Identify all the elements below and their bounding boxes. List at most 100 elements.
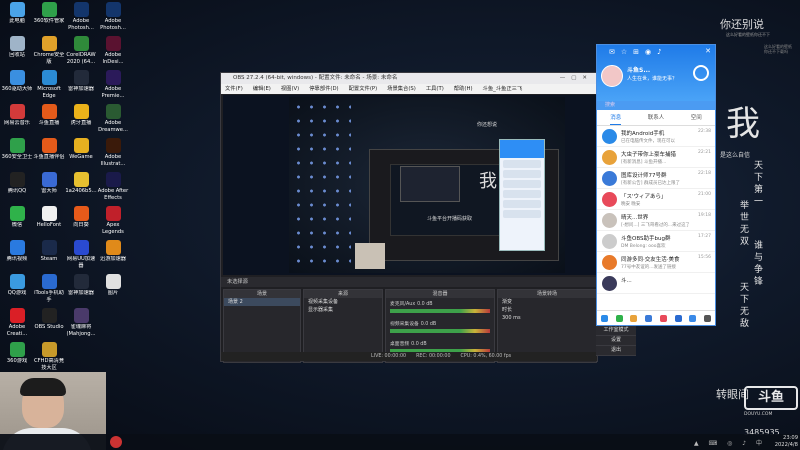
list-item[interactable]: 图库设计师77号群 [有新公告] 群成员已达上限了 22:18 xyxy=(597,168,715,189)
obs-menu-bar[interactable]: 文件(F) 编辑(E) 视图(V) 停靠部件(D) 配置文件(P) 场景集合(S) 工具(T… xyxy=(221,84,597,94)
desktop-icon[interactable]: Apex Legends xyxy=(97,206,129,240)
desktop-icon[interactable]: Chrome安全版 xyxy=(33,36,65,70)
desktop-icon[interactable]: Adobe Creati... xyxy=(1,308,33,342)
desktop-icon[interactable]: 迅游加速器 xyxy=(97,240,129,274)
window-controls[interactable]: —▢✕ xyxy=(560,73,593,84)
avatar[interactable] xyxy=(601,65,623,87)
desktop-icon[interactable]: Adobe InDesi... xyxy=(97,36,129,70)
desktop-icon[interactable]: 回收站 xyxy=(1,36,33,70)
menu-item[interactable]: 配置文件(P) xyxy=(349,84,378,94)
desktop-icon[interactable]: 向日葵 xyxy=(65,206,97,240)
list-item[interactable]: 「ス'ウィアあら」 晚安 晚安 21:00 xyxy=(597,189,715,210)
close-icon[interactable]: ✕ xyxy=(705,47,711,55)
scene-item[interactable]: 场景 2 xyxy=(224,298,300,306)
toolbar-icon[interactable] xyxy=(689,314,697,322)
toolbar-icon[interactable] xyxy=(704,314,712,322)
toolbar-icon[interactable] xyxy=(615,314,623,322)
list-item[interactable]: 晴天...世界 [-想问...] 三飞哥看过的...来过这了 19:18 xyxy=(597,210,715,231)
desktop-icon[interactable]: 网易UU加速器 xyxy=(65,240,97,274)
desktop-icon[interactable]: 斗鱼直播伴侣 xyxy=(33,138,65,172)
transition-type-select[interactable]: 渐变 xyxy=(498,298,596,306)
desktop-icon[interactable]: 360软件管家 xyxy=(33,2,65,36)
qq-panel[interactable]: ✉☆⊞◉♪ ✕ 斗鱼S... 人生在世，谁能无事？ 搜索 消息 联系人 空间 我… xyxy=(596,44,716,326)
desktop-icon[interactable]: Adobe After Effects 2020 xyxy=(97,172,129,206)
qq-signature[interactable]: 人生在世，谁能无事？ xyxy=(627,75,677,82)
desktop-icon[interactable]: WeGame xyxy=(65,138,97,172)
settings-button[interactable]: 设置 xyxy=(596,336,636,346)
clock[interactable]: 23:09 2022/4/8 xyxy=(775,435,798,449)
menu-item[interactable]: 文件(F) xyxy=(225,84,243,94)
obs-controls-menu[interactable]: 工作室模式 设置 退出 xyxy=(596,326,636,356)
search-input[interactable]: 搜索 xyxy=(597,101,715,110)
desktop-icon[interactable]: 雷大师 xyxy=(33,172,65,206)
desktop-icon[interactable]: 360安全卫士 xyxy=(1,138,33,172)
desktop-icon[interactable]: 腾讯QQ xyxy=(1,172,33,206)
desktop-icon[interactable]: 1a2406b5... xyxy=(65,172,97,206)
obs-window[interactable]: OBS 27.2.4 (64-bit, windows) - 配置文件: 未命名… xyxy=(220,72,598,363)
desktop-icon[interactable]: 360游戏 xyxy=(1,342,33,376)
toolbar-icon[interactable] xyxy=(630,314,638,322)
list-item[interactable]: 我的Android手机 已在电脑传文件，现在可以 22:38 xyxy=(597,126,715,147)
desktop-icon[interactable]: Adobe Illustrat... xyxy=(97,138,129,172)
qq-bottom-toolbar[interactable] xyxy=(597,310,715,325)
menu-item[interactable]: 视图(V) xyxy=(281,84,299,94)
qq-top-icons[interactable]: ✉☆⊞◉♪ xyxy=(609,48,668,56)
desktop-icon[interactable]: CFHD高清竞技大区 xyxy=(33,342,65,376)
tab-space[interactable]: 空间 xyxy=(691,110,702,125)
list-item[interactable]: 斗鱼OBS助手bug群 DM Belong: ooo喜欢 17:27 xyxy=(597,231,715,252)
obs-taskbar-icon[interactable] xyxy=(110,436,122,448)
menu-item[interactable]: 帮助(H) xyxy=(454,84,473,94)
toolbar-icon[interactable] xyxy=(600,314,608,322)
list-item[interactable]: 大虫子带你上豪车捕猎 [有新消息] 斗鱼开播... 22:21 xyxy=(597,147,715,168)
tab-contacts[interactable]: 联系人 xyxy=(648,110,665,125)
tab-messages[interactable]: 消息 xyxy=(610,110,622,125)
desktop-icon[interactable]: 虎牙直播 xyxy=(65,104,97,138)
toolbar-icon[interactable] xyxy=(645,314,653,322)
desktop-icon[interactable]: CorelDRAW 2020 (64... xyxy=(65,36,97,70)
obs-title-bar[interactable]: OBS 27.2.4 (64-bit, windows) - 配置文件: 未命名… xyxy=(221,73,597,84)
exit-button[interactable]: 退出 xyxy=(596,346,636,356)
mixer-channel[interactable]: 麦克风/Aux 0.0 dB xyxy=(386,298,494,318)
desktop-icon[interactable]: Adobe Premie... xyxy=(97,70,129,104)
desktop-icon[interactable]: 网易云音乐 xyxy=(1,104,33,138)
desktop-icon[interactable]: iTools手机助手 xyxy=(33,274,65,308)
volume-meter[interactable] xyxy=(390,329,490,333)
desktop-icon[interactable]: QQ游戏 xyxy=(1,274,33,308)
mixer-channel[interactable]: 视频采集设备 0.0 dB xyxy=(386,318,494,338)
desktop-icon[interactable]: HelloFont xyxy=(33,206,65,240)
desktop-icon[interactable]: Adobe Photosh... xyxy=(97,2,129,36)
transition-duration-input[interactable]: 300 ms xyxy=(498,314,596,322)
desktop-icon[interactable]: 雀魂麻将(Mahjong... xyxy=(65,308,97,342)
desktop-icon[interactable]: Adobe Photosh... xyxy=(65,2,97,36)
desktop-icon[interactable]: Steam xyxy=(33,240,65,274)
studio-mode-button[interactable]: 工作室模式 xyxy=(596,326,636,336)
menu-item[interactable]: 工具(T) xyxy=(426,84,444,94)
desktop-icon[interactable]: 腾讯视频 xyxy=(1,240,33,274)
menu-item[interactable]: 斗鱼_斗鱼正三飞 xyxy=(483,84,523,94)
menu-item[interactable]: 编辑(E) xyxy=(253,84,271,94)
qq-tabs[interactable]: 消息 联系人 空间 xyxy=(597,110,715,126)
desktop-icon[interactable]: 雷神加速器 xyxy=(65,70,97,104)
obs-preview[interactable]: 你还想说 我 斗鱼平台开播码获取 xyxy=(223,95,597,275)
desktop-icon[interactable]: Microsoft Edge xyxy=(33,70,65,104)
list-item[interactable]: 同游多同·交友生活·美食 77号中友谊的...发送了链接 15:56 xyxy=(597,252,715,273)
weather-icon[interactable] xyxy=(693,65,709,81)
desktop-icon[interactable]: 斗鱼直播 xyxy=(33,104,65,138)
desktop-icon[interactable]: OBS Studio xyxy=(33,308,65,342)
desktop-icon[interactable]: 360驱动大师 xyxy=(1,70,33,104)
desktop-icon[interactable]: 雷神加速器 xyxy=(65,274,97,308)
menu-item[interactable]: 场景集合(S) xyxy=(387,84,416,94)
desktop-icon[interactable]: 此电脑 xyxy=(1,2,33,36)
source-item-display-capture[interactable]: 显示器采集 xyxy=(304,306,382,314)
desktop-icon[interactable]: Adobe Dreamwe... xyxy=(97,104,129,138)
system-tray[interactable]: ▲ ⌨ ◎ ♪ 中 xyxy=(694,438,766,447)
volume-meter[interactable] xyxy=(390,309,490,313)
toolbar-icon[interactable] xyxy=(659,314,667,322)
desktop-icon[interactable]: 图片 xyxy=(97,274,129,308)
source-item-video-capture[interactable]: 视频采集设备 xyxy=(304,298,382,306)
toolbar-icon[interactable] xyxy=(674,314,682,322)
list-item[interactable]: 斗... xyxy=(597,273,715,294)
desktop-icon[interactable]: 微信 xyxy=(1,206,33,240)
qq-message-list[interactable]: 我的Android手机 已在电脑传文件，现在可以 22:38 大虫子带你上豪车捕猎 [有… xyxy=(597,126,715,294)
menu-item[interactable]: 停靠部件(D) xyxy=(309,84,338,94)
